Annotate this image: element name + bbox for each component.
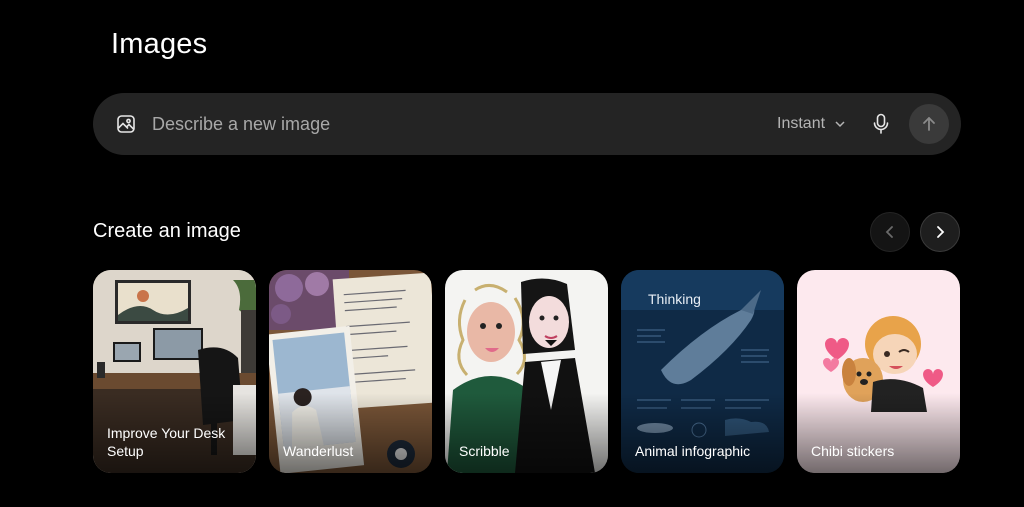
mode-selector[interactable]: Instant <box>777 113 847 135</box>
template-card[interactable]: Wanderlust <box>269 270 432 473</box>
prompt-input[interactable] <box>152 112 712 136</box>
card-shade <box>797 393 960 473</box>
send-button[interactable] <box>909 104 949 144</box>
card-label: Chibi stickers <box>811 443 895 459</box>
template-card[interactable]: Scribble <box>445 270 608 473</box>
card-shade <box>621 393 784 473</box>
image-icon[interactable] <box>115 113 137 135</box>
card-label: Improve Your Desk Setup <box>107 425 226 459</box>
card-shade <box>445 393 608 473</box>
card-label: Wanderlust <box>283 443 354 459</box>
card-label: Animal infographic <box>635 443 751 459</box>
chevron-right-icon <box>937 226 945 238</box>
arrow-up-icon <box>923 117 935 131</box>
microphone-icon[interactable] <box>870 112 892 136</box>
chevron-down-icon <box>835 121 845 128</box>
thinking-status: Thinking <box>648 291 701 307</box>
template-card[interactable]: Thinking Animal infographic <box>621 270 784 473</box>
carousel-prev-button[interactable] <box>870 212 910 252</box>
template-card[interactable]: Improve Your Desk Setup <box>93 270 256 473</box>
chevron-left-icon <box>885 226 893 238</box>
image-prompt-composer: Instant <box>93 93 961 155</box>
card-shade <box>269 393 432 473</box>
mode-label: Instant <box>777 115 826 132</box>
template-card[interactable]: Chibi stickers <box>797 270 960 473</box>
section-title: Create an image <box>93 220 241 242</box>
carousel-next-button[interactable] <box>920 212 960 252</box>
page-title: Images <box>111 28 208 60</box>
card-label: Scribble <box>459 443 510 459</box>
